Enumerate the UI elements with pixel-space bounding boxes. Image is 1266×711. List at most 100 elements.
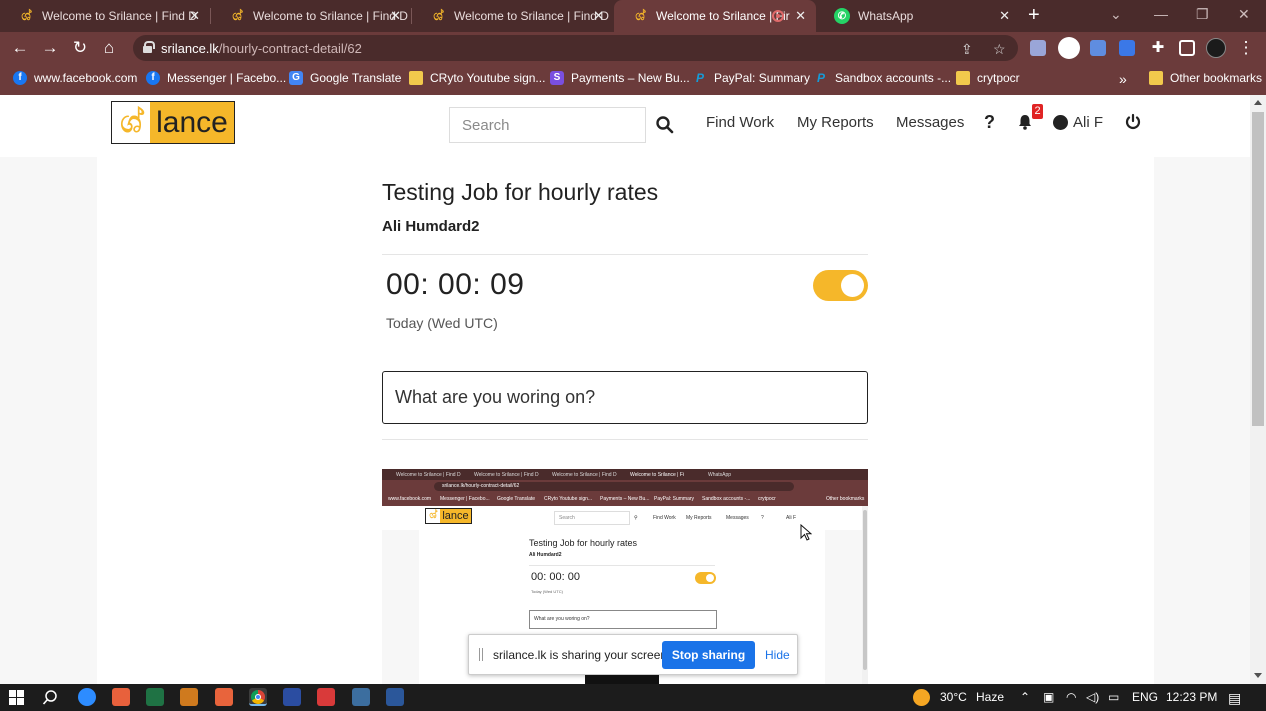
close-tab-icon[interactable]: ✕ bbox=[390, 8, 401, 24]
bookmark-item[interactable]: f www.facebook.com bbox=[13, 71, 137, 85]
nav-my-reports[interactable]: My Reports bbox=[797, 114, 874, 131]
meet-now-icon[interactable]: ▣ bbox=[1043, 690, 1054, 704]
bookmark-item[interactable]: f Messenger | Facebo... bbox=[146, 71, 286, 85]
obscured-button bbox=[585, 675, 659, 684]
bookmarks-overflow-icon[interactable]: » bbox=[1119, 71, 1127, 87]
extensions-puzzle-icon[interactable]: ✚ bbox=[1148, 38, 1168, 56]
bookmark-star-icon[interactable]: ☆ bbox=[993, 41, 1006, 58]
wifi-icon[interactable]: ◠ bbox=[1066, 690, 1076, 704]
shield-extension-icon[interactable] bbox=[1030, 40, 1046, 56]
forward-arrow-icon[interactable]: → bbox=[40, 38, 60, 58]
srilance-logo[interactable]: ශ් lance bbox=[111, 101, 235, 144]
windows-taskbar: 30°C Haze ⌃ ▣ ◠ ◁) ▭ ENG 12:23 PM ▤ bbox=[0, 684, 1266, 711]
preview-tab: Welcome to Srilance | Find D bbox=[474, 472, 539, 478]
scrollbar-thumb[interactable] bbox=[1252, 112, 1264, 426]
back-arrow-icon[interactable]: ← bbox=[10, 38, 30, 58]
hide-button[interactable]: Hide bbox=[765, 648, 790, 662]
scroll-down-icon[interactable] bbox=[1254, 673, 1262, 678]
address-bar[interactable]: srilance.lk/hourly-contract-detail/62 ⇪ … bbox=[133, 35, 1018, 61]
nav-messages[interactable]: Messages bbox=[896, 114, 964, 131]
search-icon[interactable] bbox=[42, 689, 59, 706]
preview-nav-link: My Reports bbox=[686, 515, 712, 521]
excel-app-icon[interactable] bbox=[146, 688, 164, 706]
browser-tab[interactable]: ශ් Welcome to Srilance | Find D ✕ bbox=[0, 0, 210, 32]
preview-scrollbar bbox=[862, 506, 868, 684]
preview-nav-link: ? bbox=[761, 515, 764, 521]
app-icon[interactable] bbox=[112, 688, 130, 706]
browser-tab[interactable]: ✆ WhatsApp ✕ bbox=[816, 0, 1020, 32]
sublime-app-icon[interactable] bbox=[180, 688, 198, 706]
restore-icon[interactable]: ❐ bbox=[1196, 6, 1209, 23]
close-tab-icon[interactable]: ✕ bbox=[593, 8, 604, 24]
clock[interactable]: 12:23 PM bbox=[1166, 690, 1217, 704]
work-description-input[interactable] bbox=[382, 371, 868, 424]
weather-sun-icon[interactable] bbox=[913, 689, 930, 706]
notification-bell-icon[interactable] bbox=[1017, 114, 1033, 130]
close-tab-icon[interactable]: ✕ bbox=[189, 8, 200, 24]
search-icon[interactable] bbox=[655, 115, 675, 135]
preview-logo: ශ් lance bbox=[425, 508, 472, 524]
close-tab-icon[interactable]: ✕ bbox=[999, 8, 1010, 24]
profile-avatar[interactable] bbox=[1206, 38, 1226, 58]
client-name: Ali Humdard2 bbox=[382, 218, 480, 235]
bookmark-item[interactable]: P PayPal: Summary bbox=[693, 71, 810, 85]
timer-toggle[interactable] bbox=[813, 270, 868, 301]
nav-find-work[interactable]: Find Work bbox=[706, 114, 774, 131]
stop-sharing-button[interactable]: Stop sharing bbox=[662, 641, 755, 669]
other-bookmarks[interactable]: Other bookmarks bbox=[1149, 71, 1262, 85]
browser-tab[interactable]: ශ් Welcome to Srilance | Find D ✕ bbox=[211, 0, 411, 32]
bookmark-item[interactable]: S Payments – New Bu... bbox=[550, 71, 690, 85]
home-icon[interactable]: ⌂ bbox=[99, 38, 119, 58]
app-icon[interactable] bbox=[283, 688, 301, 706]
minimize-icon[interactable]: — bbox=[1154, 6, 1168, 22]
json-extension-icon[interactable] bbox=[1058, 37, 1080, 59]
preview-bookmark: Google Translate bbox=[497, 496, 536, 502]
bookmark-item[interactable]: crytpocr bbox=[956, 71, 1020, 85]
app-icon[interactable] bbox=[215, 688, 233, 706]
srilance-favicon-icon: ශ් bbox=[21, 8, 31, 23]
side-panel-icon[interactable] bbox=[1179, 40, 1195, 56]
preview-bookmark: PayPal: Summary bbox=[654, 496, 695, 502]
docs-extension-icon[interactable] bbox=[1119, 40, 1135, 56]
user-menu[interactable]: Ali F bbox=[1053, 114, 1103, 131]
lock-icon bbox=[143, 41, 155, 53]
search-input[interactable] bbox=[449, 107, 646, 143]
browser-tab[interactable]: ශ් Welcome to Srilance | Find D ✕ bbox=[412, 0, 614, 32]
chrome-app-icon[interactable] bbox=[249, 688, 267, 706]
app-icon[interactable] bbox=[352, 688, 370, 706]
weather-condition[interactable]: Haze bbox=[976, 690, 1004, 704]
browser-tab-strip: ශ් Welcome to Srilance | Find D ✕ ශ් Wel… bbox=[0, 0, 1266, 32]
camera-extension-icon[interactable] bbox=[1090, 40, 1106, 56]
help-icon[interactable]: ? bbox=[984, 112, 995, 133]
windows-start-icon[interactable] bbox=[9, 690, 24, 705]
browser-tab-active[interactable]: ශ් Welcome to Srilance | Fir ✕ bbox=[614, 0, 816, 32]
battery-icon[interactable]: ▭ bbox=[1108, 690, 1119, 704]
logout-power-icon[interactable] bbox=[1124, 113, 1142, 131]
page-scrollbar[interactable] bbox=[1250, 95, 1266, 684]
word-app-icon[interactable] bbox=[386, 688, 404, 706]
language-indicator[interactable]: ENG bbox=[1132, 690, 1158, 704]
bookmark-item[interactable]: G Google Translate bbox=[289, 71, 401, 85]
preview-input: What are you woring on? bbox=[529, 610, 717, 629]
bookmark-item[interactable]: P Sandbox accounts -... bbox=[814, 71, 951, 85]
close-tab-icon[interactable]: ✕ bbox=[795, 8, 806, 24]
recorder-app-icon[interactable] bbox=[317, 688, 335, 706]
tray-chevron-icon[interactable]: ⌃ bbox=[1020, 690, 1030, 704]
preview-bookmarks-bar: www.facebook.com Messenger | Facebo... G… bbox=[382, 493, 868, 506]
new-tab-icon[interactable]: + bbox=[1028, 4, 1040, 27]
browser-menu-icon[interactable]: ⋮ bbox=[1236, 38, 1256, 58]
notifications-icon[interactable]: ▤ bbox=[1228, 690, 1241, 707]
scroll-up-icon[interactable] bbox=[1254, 100, 1262, 105]
temperature[interactable]: 30°C bbox=[940, 690, 967, 704]
zoom-app-icon[interactable] bbox=[78, 688, 96, 706]
share-icon[interactable]: ⇪ bbox=[961, 41, 973, 58]
tab-search-chevron-icon[interactable]: ⌄ bbox=[1110, 6, 1122, 23]
preview-search-icon: ⚲ bbox=[634, 515, 638, 521]
share-message: srilance.lk is sharing your screen. bbox=[493, 648, 671, 662]
reload-icon[interactable]: ↻ bbox=[70, 38, 90, 58]
bookmark-item[interactable]: CRyto Youtube sign... bbox=[409, 71, 545, 85]
close-window-icon[interactable]: ✕ bbox=[1238, 6, 1250, 23]
volume-icon[interactable]: ◁) bbox=[1086, 690, 1099, 704]
drag-handle-icon[interactable] bbox=[479, 648, 483, 661]
user-circle-icon bbox=[1053, 115, 1068, 130]
